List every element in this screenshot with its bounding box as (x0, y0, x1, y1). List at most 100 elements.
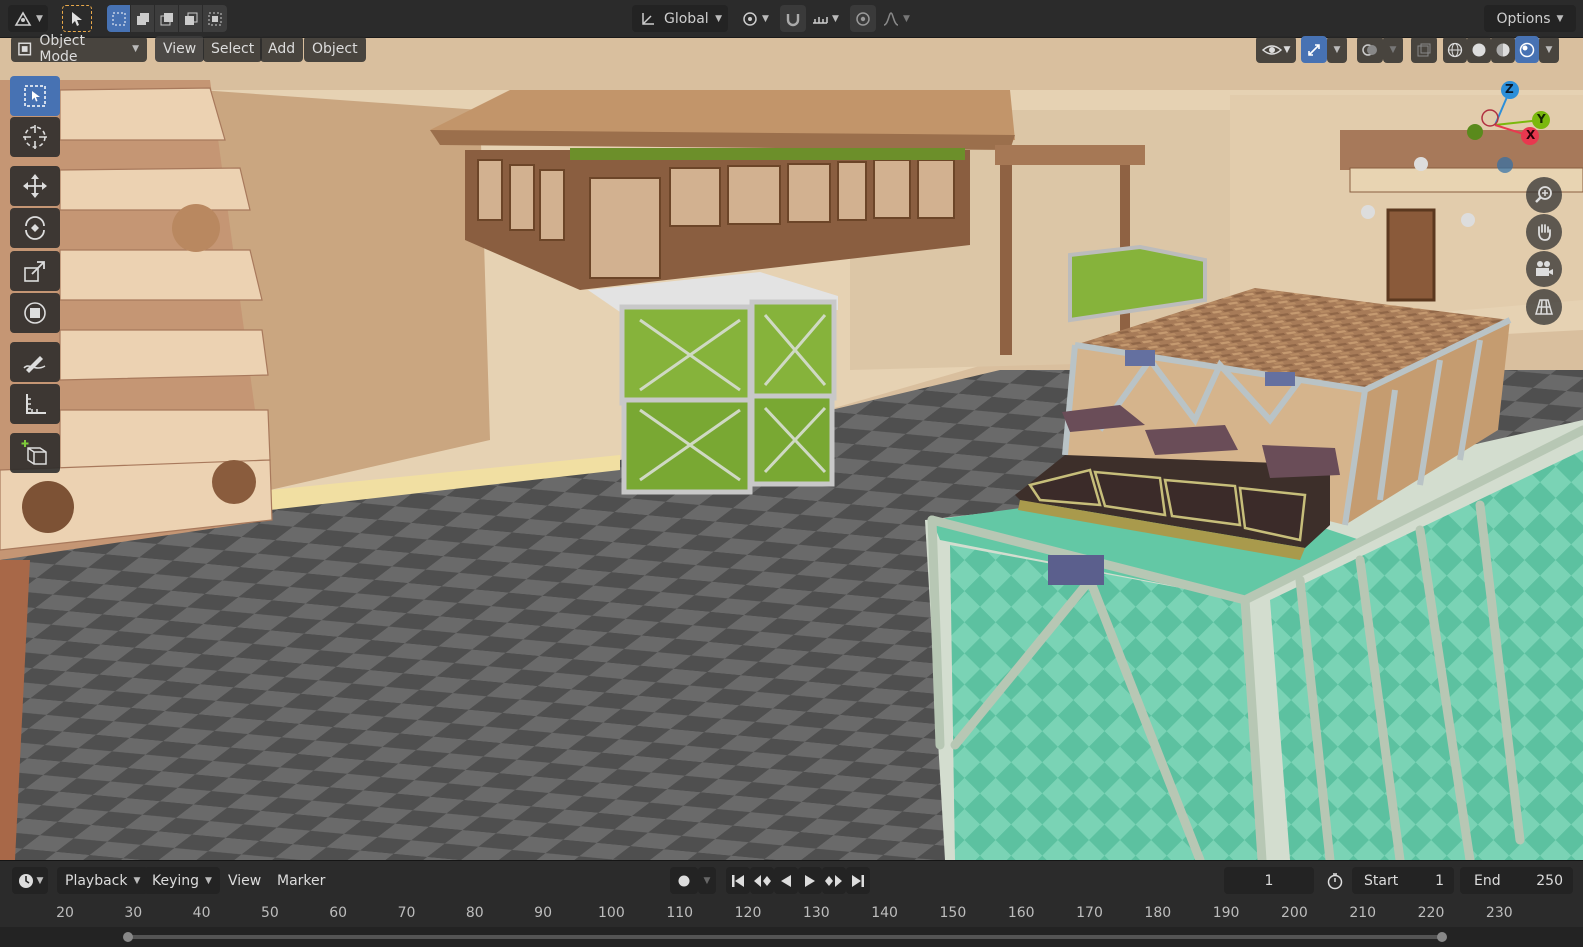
perspective-toggle-button[interactable] (1526, 289, 1562, 325)
select-intersect-button[interactable] (203, 5, 227, 32)
scale-icon (24, 261, 45, 282)
pivot-point-dropdown[interactable]: ▼ (736, 5, 774, 32)
shading-solid-button[interactable] (1467, 36, 1491, 63)
shading-material-button[interactable] (1491, 36, 1515, 63)
ruler-tick-label: 200 (1281, 905, 1308, 921)
transform-orientation-label: Global (664, 10, 709, 27)
camera-view-button[interactable] (1526, 251, 1562, 287)
xray-toggle-button[interactable] (1411, 36, 1437, 63)
shading-wireframe-button[interactable] (1443, 36, 1467, 63)
navigation-gizmo[interactable]: Z Y X (1455, 80, 1565, 175)
3d-viewport[interactable] (0, 38, 1583, 860)
keying-set-dropdown[interactable]: ▼ (698, 867, 716, 894)
zoom-view-button[interactable] (1526, 177, 1562, 213)
end-frame-field[interactable]: End 250 (1460, 867, 1573, 894)
timeline-view-menu[interactable]: View (220, 867, 269, 894)
proportional-editing-toggle[interactable] (850, 5, 876, 32)
chevron-down-icon: ▼ (703, 875, 711, 886)
add-cube-icon (21, 440, 47, 465)
pan-view-button[interactable] (1526, 214, 1562, 250)
rendered-sphere-icon (1519, 42, 1535, 57)
chevron-down-icon: ▼ (1556, 13, 1564, 24)
jump-to-keyframe-back-button[interactable] (750, 867, 774, 894)
jump-to-keyframe-forward-button[interactable] (822, 867, 846, 894)
snap-target-dropdown[interactable]: ▼ (806, 5, 844, 32)
select-box-tool[interactable] (10, 76, 60, 116)
select-invert-button[interactable] (179, 5, 203, 32)
prev-keyframe-icon (754, 874, 771, 887)
chevron-down-icon: ▼ (832, 13, 839, 24)
ruler-tick-label: 210 (1349, 905, 1377, 921)
snap-toggle-button[interactable] (780, 5, 806, 32)
material-sphere-icon (1496, 43, 1510, 56)
select-tool-button[interactable] (62, 5, 92, 32)
frame-ruler[interactable]: 20 30 40 50 60 70 80 90 100 110 120 130 140 150 160 170… (0, 899, 1583, 925)
measure-tool[interactable] (10, 384, 60, 424)
ruler-tick-label: 220 (1417, 905, 1445, 921)
select-subtract-button[interactable] (155, 5, 179, 32)
overlays-icon (1362, 43, 1377, 56)
jump-to-end-button[interactable] (846, 867, 870, 894)
marker-menu[interactable]: Marker (269, 867, 333, 894)
orientation-axes-icon (642, 12, 654, 25)
scroll-handle-right[interactable] (1437, 932, 1447, 942)
play-reverse-button[interactable] (774, 867, 798, 894)
shading-dropdown[interactable]: ▼ (1539, 36, 1559, 63)
proportional-edit-icon (856, 11, 870, 26)
cursor-tool[interactable] (10, 117, 60, 157)
select-new-button[interactable] (107, 5, 131, 32)
playback-menu-label: Playback (65, 872, 128, 889)
add-cube-tool[interactable] (10, 433, 60, 473)
ruler-tick-label: 80 (465, 905, 484, 921)
transform-tool[interactable] (10, 293, 60, 333)
annotate-tool[interactable] (10, 342, 60, 382)
playback-menu[interactable]: Playback ▼ (57, 867, 149, 894)
object-menu[interactable]: Object (304, 36, 366, 62)
keying-menu[interactable]: Keying ▼ (144, 867, 220, 894)
chevron-down-icon: ▼ (715, 13, 722, 24)
ruler-tick-label: 160 (1007, 905, 1035, 921)
select-extend-button[interactable] (131, 5, 155, 32)
current-frame-field[interactable]: 1 (1224, 867, 1314, 894)
start-frame-field[interactable]: Start 1 (1352, 867, 1454, 894)
timeline-scrollbar[interactable] (0, 927, 1583, 947)
scroll-track[interactable] (130, 935, 1442, 939)
ruler-tick-label: 20 (56, 905, 74, 921)
gizmo-dropdown[interactable]: ▼ (1327, 36, 1347, 63)
scene-render (0, 38, 1583, 860)
scroll-handle-left[interactable] (123, 932, 133, 942)
options-dropdown[interactable]: Options ▼ (1484, 5, 1576, 32)
transform-orientation-dropdown[interactable]: Global ▼ (632, 5, 728, 32)
shading-rendered-button[interactable] (1515, 36, 1539, 63)
gizmo-toggle-button[interactable] (1301, 36, 1327, 63)
select-menu[interactable]: Select (203, 36, 263, 62)
auto-keying-toggle[interactable] (670, 867, 698, 894)
timeline-editor-type-button[interactable]: ▼ (12, 867, 48, 894)
ruler-tick-label: 50 (260, 905, 279, 921)
clock-icon (18, 873, 33, 888)
jump-to-start-button[interactable] (726, 867, 750, 894)
use-preview-range-toggle[interactable] (1322, 867, 1348, 894)
proportional-falloff-dropdown[interactable]: ▼ (878, 5, 914, 32)
end-frame-value: 250 (1536, 872, 1563, 889)
select-menu-label: Select (211, 41, 255, 57)
hand-icon (1538, 224, 1551, 241)
3d-viewport-icon (14, 10, 32, 26)
overlays-toggle-button[interactable] (1357, 36, 1383, 63)
ruler-icon (26, 394, 46, 414)
add-menu[interactable]: Add (260, 36, 304, 62)
gizmo-y-label: Y (1537, 112, 1546, 126)
keying-menu-label: Keying (152, 872, 200, 889)
move-tool[interactable] (10, 166, 60, 206)
object-mode-dropdown[interactable]: Object Mode ▼ (11, 33, 147, 65)
magnet-icon (786, 13, 800, 26)
view-menu[interactable]: View (155, 36, 205, 62)
scale-tool[interactable] (10, 251, 60, 291)
chevron-down-icon: ▼ (205, 875, 212, 886)
overlays-dropdown[interactable]: ▼ (1383, 36, 1403, 63)
ruler-tick-label: 90 (534, 905, 553, 921)
visibility-dropdown[interactable]: ▼ (1256, 36, 1296, 63)
play-button[interactable] (798, 867, 822, 894)
editor-type-button[interactable]: ▼ (8, 5, 48, 32)
rotate-tool[interactable] (10, 208, 60, 248)
